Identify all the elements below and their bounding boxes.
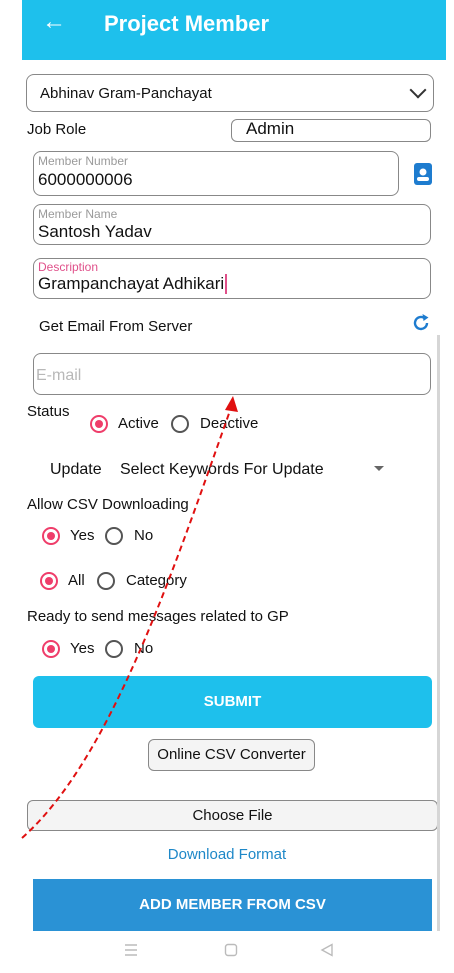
refresh-icon[interactable] — [410, 312, 432, 334]
back-arrow-icon[interactable]: ← — [42, 10, 66, 34]
description-value: Grampanchayat Adhikari — [38, 274, 228, 294]
update-label: Update — [50, 461, 102, 478]
csv-no-radio[interactable] — [105, 527, 123, 545]
page-title: Project Member — [104, 11, 270, 36]
app-bar: ← Project Member — [22, 0, 446, 60]
add-member-from-csv-button[interactable]: ADD MEMBER FROM CSV — [33, 879, 432, 931]
email-input[interactable] — [33, 353, 431, 395]
gp-no-label: No — [134, 640, 154, 657]
choose-file-button[interactable]: Choose File — [27, 800, 438, 831]
system-nav-bar — [0, 931, 454, 973]
member-name-label: Member Name — [38, 207, 118, 221]
status-deactive-label: Deactive — [200, 415, 259, 432]
download-format-link[interactable]: Download Format — [0, 846, 454, 863]
online-csv-converter-button[interactable]: Online CSV Converter — [148, 739, 315, 771]
gp-yes-radio[interactable] — [42, 640, 60, 658]
scope-all-label: All — [68, 572, 85, 589]
home-icon[interactable] — [224, 943, 238, 957]
gp-no-radio[interactable] — [105, 640, 123, 658]
status-deactive-radio[interactable] — [171, 415, 189, 433]
scrollbar[interactable] — [437, 335, 440, 931]
gp-yes-label: Yes — [70, 640, 95, 657]
csv-yes-label: Yes — [70, 527, 95, 544]
description-label: Description — [38, 260, 99, 274]
status-active-radio[interactable] — [90, 415, 108, 433]
member-number-value: 6000000006 — [38, 170, 133, 189]
back-triangle-icon[interactable] — [320, 943, 334, 957]
gram-panchayat-select-value: Abhinav Gram-Panchayat — [40, 85, 212, 102]
status-label: Status — [27, 403, 70, 420]
dropdown-arrow-icon[interactable] — [374, 466, 384, 471]
get-email-label: Get Email From Server — [39, 318, 193, 335]
gp-messages-label: Ready to send messages related to GP — [27, 608, 289, 625]
scope-all-radio[interactable] — [40, 572, 58, 590]
menu-icon[interactable] — [124, 943, 138, 957]
submit-button[interactable]: SUBMIT — [33, 676, 432, 728]
csv-yes-radio[interactable] — [42, 527, 60, 545]
member-number-label: Member Number — [38, 154, 129, 168]
member-name-value: Santosh Yadav — [38, 222, 152, 241]
scope-category-label: Category — [126, 572, 187, 589]
allow-csv-label: Allow CSV Downloading — [27, 496, 189, 513]
csv-no-label: No — [134, 527, 154, 544]
email-placeholder: E-mail — [36, 367, 82, 384]
update-select-value[interactable]: Select Keywords For Update — [120, 461, 324, 479]
job-role-value: Admin — [246, 119, 295, 138]
job-role-label: Job Role — [27, 121, 87, 138]
annotation-arrowhead — [225, 396, 238, 412]
contact-book-icon[interactable] — [413, 162, 433, 186]
scope-category-radio[interactable] — [97, 572, 115, 590]
status-active-label: Active — [118, 415, 159, 432]
